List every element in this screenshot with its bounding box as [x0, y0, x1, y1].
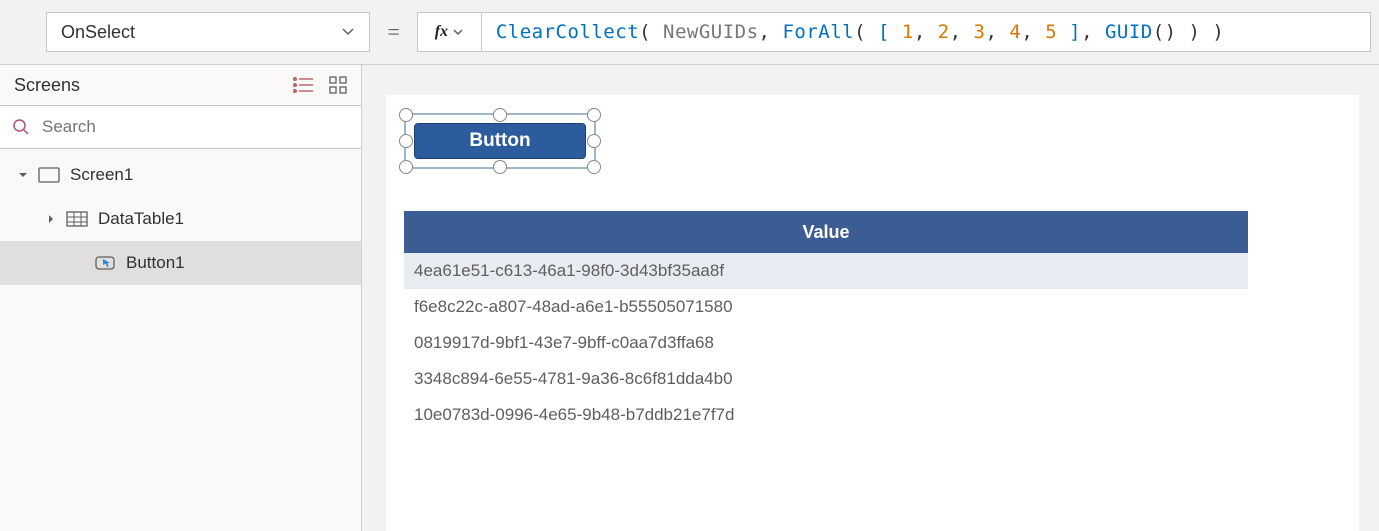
property-selected-label: OnSelect — [61, 22, 135, 43]
resize-handle-e[interactable] — [587, 134, 601, 148]
tree-search[interactable] — [0, 105, 361, 149]
control-selection[interactable]: Button — [404, 113, 596, 169]
tree-item-datatable1[interactable]: DataTable1 — [0, 197, 361, 241]
resize-handle-se[interactable] — [587, 160, 601, 174]
list-view-icon[interactable] — [293, 76, 315, 94]
resize-handle-nw[interactable] — [399, 108, 413, 122]
tree-item-screen1[interactable]: Screen1 — [0, 153, 361, 197]
property-dropdown[interactable]: OnSelect — [46, 12, 370, 52]
search-input[interactable] — [42, 117, 349, 137]
property-formula-bar: OnSelect = fx ClearCollect( NewGUIDs, Fo… — [0, 0, 1379, 64]
equals-icon: = — [382, 19, 405, 45]
data-table-header[interactable]: Value — [404, 211, 1248, 253]
expander-icon[interactable] — [46, 214, 56, 224]
canvas[interactable]: Button Value 4ea61e51-c613-46a1-98f0-3d4… — [386, 95, 1359, 531]
tree-item-button1[interactable]: Button1 — [0, 241, 361, 285]
table-row[interactable]: 4ea61e51-c613-46a1-98f0-3d43bf35aa8f — [404, 253, 1248, 289]
search-icon — [12, 118, 30, 136]
formula-text[interactable]: ClearCollect( NewGUIDs, ForAll( [ 1, 2, … — [482, 21, 1239, 43]
canvas-wrapper: Button Value 4ea61e51-c613-46a1-98f0-3d4… — [362, 64, 1379, 531]
button-label: Button — [469, 130, 530, 152]
tree: Screen1 DataTable1 Button1 — [0, 149, 361, 285]
screen-icon — [38, 167, 60, 183]
table-row[interactable]: 10e0783d-0996-4e65-9b48-b7ddb21e7f7d — [404, 397, 1248, 433]
button-control[interactable]: Button — [414, 123, 586, 159]
tree-header: Screens — [0, 65, 361, 105]
chevron-down-icon — [341, 25, 355, 39]
resize-handle-n[interactable] — [493, 108, 507, 122]
tree-panel-title: Screens — [14, 75, 80, 96]
data-table-body: 4ea61e51-c613-46a1-98f0-3d43bf35aa8f f6e8… — [404, 253, 1248, 433]
grid-view-icon[interactable] — [329, 76, 347, 94]
tree-view-panel: Screens — [0, 64, 362, 531]
chevron-down-icon — [452, 26, 464, 38]
column-header-label: Value — [802, 222, 849, 243]
table-row[interactable]: 3348c894-6e55-4781-9a36-8c6f81dda4b0 — [404, 361, 1248, 397]
fx-button[interactable]: fx — [418, 13, 482, 51]
table-cell: 3348c894-6e55-4781-9a36-8c6f81dda4b0 — [414, 369, 733, 389]
button-icon — [94, 255, 116, 271]
resize-handle-sw[interactable] — [399, 160, 413, 174]
data-table-control[interactable]: Value 4ea61e51-c613-46a1-98f0-3d43bf35aa… — [404, 211, 1248, 433]
table-cell: 10e0783d-0996-4e65-9b48-b7ddb21e7f7d — [414, 405, 734, 425]
resize-handle-s[interactable] — [493, 160, 507, 174]
table-row[interactable]: 0819917d-9bf1-43e7-9bff-c0aa7d3ffa68 — [404, 325, 1248, 361]
table-cell: f6e8c22c-a807-48ad-a6e1-b55505071580 — [414, 297, 733, 317]
table-icon — [66, 211, 88, 227]
resize-handle-w[interactable] — [399, 134, 413, 148]
formula-bar[interactable]: fx ClearCollect( NewGUIDs, ForAll( [ 1, … — [417, 12, 1371, 52]
tree-item-label: DataTable1 — [98, 209, 184, 229]
expander-icon[interactable] — [74, 253, 84, 273]
tree-item-label: Button1 — [126, 253, 185, 273]
table-cell: 4ea61e51-c613-46a1-98f0-3d43bf35aa8f — [414, 261, 724, 281]
table-row[interactable]: f6e8c22c-a807-48ad-a6e1-b55505071580 — [404, 289, 1248, 325]
table-cell: 0819917d-9bf1-43e7-9bff-c0aa7d3ffa68 — [414, 333, 714, 353]
resize-handle-ne[interactable] — [587, 108, 601, 122]
expander-icon[interactable] — [18, 170, 28, 180]
tree-item-label: Screen1 — [70, 165, 133, 185]
